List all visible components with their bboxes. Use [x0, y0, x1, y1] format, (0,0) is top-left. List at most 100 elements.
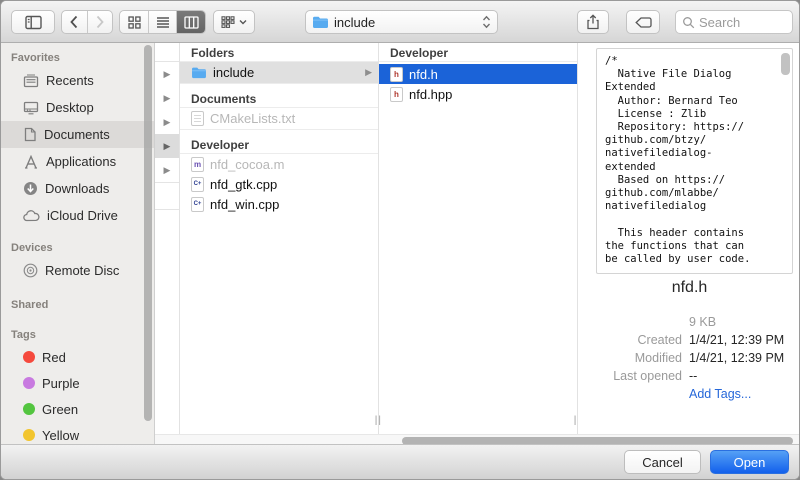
- file-name: nfd.h: [409, 67, 571, 82]
- red-tag-icon: [23, 351, 35, 363]
- chevron-left-icon: [69, 15, 79, 29]
- file-name: nfd_gtk.cpp: [210, 177, 372, 192]
- forward-button[interactable]: [88, 11, 113, 33]
- tag-button[interactable]: [626, 10, 660, 34]
- sidebar-tag-purple[interactable]: Purple: [1, 370, 154, 396]
- browser-area: ▶ ▶ ▶ ▶ ▶ Folders include ▶: [155, 43, 800, 446]
- file-row-cmakelists[interactable]: CMakeLists.txt: [180, 108, 378, 129]
- sidebar-section-title: Shared: [1, 296, 154, 314]
- list-view-button[interactable]: [149, 11, 177, 33]
- sidebar-item-label: Recents: [46, 73, 94, 88]
- icon-view-icon: [128, 16, 141, 29]
- share-button[interactable]: [577, 10, 609, 34]
- folder-row-include[interactable]: include ▶: [180, 62, 378, 83]
- column-group-header: Developer: [180, 138, 378, 154]
- file-row-nfd-hpp[interactable]: h nfd.hpp: [379, 84, 577, 104]
- sidebar-item-recents[interactable]: Recents: [1, 67, 154, 94]
- files-column: Developer h nfd.h h nfd.hpp ||: [379, 43, 578, 434]
- disclosure-arrow-icon[interactable]: ▶: [155, 110, 179, 134]
- sidebar: Favorites Recents Desktop Documents Appl…: [1, 43, 155, 446]
- sidebar-section-title: Tags: [1, 326, 154, 344]
- tag-icon: [635, 17, 652, 28]
- header-doc-icon: h: [390, 67, 403, 82]
- green-tag-icon: [23, 403, 35, 415]
- desktop-icon: [23, 101, 39, 115]
- recents-icon: [23, 74, 39, 88]
- preview-pane: /* Native File Dialog Extended Author: B…: [578, 43, 800, 434]
- file-name: CMakeLists.txt: [210, 111, 372, 126]
- column-browser: ▶ ▶ ▶ ▶ ▶ Folders include ▶: [155, 43, 800, 434]
- icon-view-button[interactable]: [120, 11, 149, 33]
- sidebar-item-icloud[interactable]: iCloud Drive: [1, 202, 154, 229]
- downloads-icon: [23, 181, 38, 196]
- sidebar-scrollbar[interactable]: [144, 45, 152, 421]
- sidebar-item-label: Red: [42, 350, 66, 365]
- text-doc-icon: [191, 111, 204, 126]
- disclosure-arrow-icon[interactable]: ▶: [155, 86, 179, 110]
- location-label: include: [334, 15, 477, 30]
- parent-column[interactable]: ▶ ▶ ▶ ▶ ▶: [155, 43, 180, 434]
- modified-label: Modified: [578, 351, 682, 365]
- sidebar-item-label: iCloud Drive: [47, 208, 118, 223]
- created-value: 1/4/21, 12:39 PM: [689, 333, 797, 347]
- add-tags-link[interactable]: Add Tags...: [689, 387, 797, 401]
- file-row-nfd-win[interactable]: C+ nfd_win.cpp: [180, 194, 378, 214]
- share-icon: [586, 14, 600, 30]
- sidebar-item-applications[interactable]: Applications: [1, 148, 154, 175]
- sidebar-item-label: Applications: [46, 154, 116, 169]
- cancel-button[interactable]: Cancel: [624, 450, 701, 474]
- icloud-icon: [23, 210, 40, 222]
- sidebar-tag-yellow[interactable]: Yellow: [1, 422, 154, 446]
- back-button[interactable]: [62, 11, 88, 33]
- cpp-doc-icon: C+: [191, 177, 204, 192]
- folders-column: Folders include ▶ Documents CMakeLists.t…: [180, 43, 379, 434]
- open-button[interactable]: Open: [710, 450, 789, 474]
- column-view-button[interactable]: [177, 11, 205, 33]
- last-opened-label: Last opened: [578, 369, 682, 383]
- file-row-nfd-cocoa[interactable]: m nfd_cocoa.m: [180, 154, 378, 174]
- created-label: Created: [578, 333, 682, 347]
- sidebar-item-label: Documents: [44, 127, 110, 142]
- file-name: nfd_cocoa.m: [210, 157, 372, 172]
- sidebar-tag-red[interactable]: Red: [1, 344, 154, 370]
- file-row-nfd-gtk[interactable]: C+ nfd_gtk.cpp: [180, 174, 378, 194]
- popup-chevrons-icon: [482, 15, 491, 29]
- disclosure-arrow-icon[interactable]: ▶: [155, 158, 179, 182]
- column-view-icon: [184, 16, 199, 29]
- sidebar-item-desktop[interactable]: Desktop: [1, 94, 154, 121]
- sidebar-item-label: Purple: [42, 376, 80, 391]
- sidebar-item-label: Yellow: [42, 428, 79, 443]
- column-group-header: Developer: [379, 46, 577, 62]
- file-row-nfd-h[interactable]: h nfd.h: [379, 64, 577, 84]
- column-group-header: Documents: [180, 92, 378, 108]
- search-input[interactable]: [699, 15, 779, 30]
- sidebar-toggle-button[interactable]: [11, 10, 55, 34]
- location-popup[interactable]: include: [305, 10, 498, 34]
- sidebar-item-documents[interactable]: Documents: [1, 121, 154, 148]
- sidebar-item-label: Desktop: [46, 100, 94, 115]
- search-field[interactable]: [675, 10, 793, 34]
- preview-scrollbar[interactable]: [781, 53, 790, 75]
- purple-tag-icon: [23, 377, 35, 389]
- column-arrow-icon: ▶: [365, 67, 372, 78]
- sidebar-item-label: Green: [42, 402, 78, 417]
- folder-icon: [191, 66, 207, 79]
- main-area: Favorites Recents Desktop Documents Appl…: [1, 43, 800, 446]
- sidebar-item-downloads[interactable]: Downloads: [1, 175, 154, 202]
- objc-doc-icon: m: [191, 157, 204, 172]
- file-name: nfd.hpp: [409, 87, 571, 102]
- documents-icon: [23, 127, 37, 142]
- disclosure-arrow-icon[interactable]: ▶: [155, 62, 179, 86]
- view-switcher: [119, 10, 206, 34]
- column-group-header: Folders: [180, 46, 378, 62]
- sidebar-tag-green[interactable]: Green: [1, 396, 154, 422]
- sidebar-item-remote-disc[interactable]: Remote Disc: [1, 257, 154, 284]
- chevron-right-icon: [95, 15, 105, 29]
- applications-icon: [23, 155, 39, 169]
- disclosure-arrow-icon[interactable]: ▶: [155, 134, 179, 158]
- search-icon: [682, 16, 695, 29]
- arrange-menu-button[interactable]: [213, 10, 255, 34]
- file-size: 9 KB: [689, 315, 797, 329]
- toolbar: include: [1, 1, 799, 43]
- dialog-footer: Cancel Open: [1, 444, 799, 479]
